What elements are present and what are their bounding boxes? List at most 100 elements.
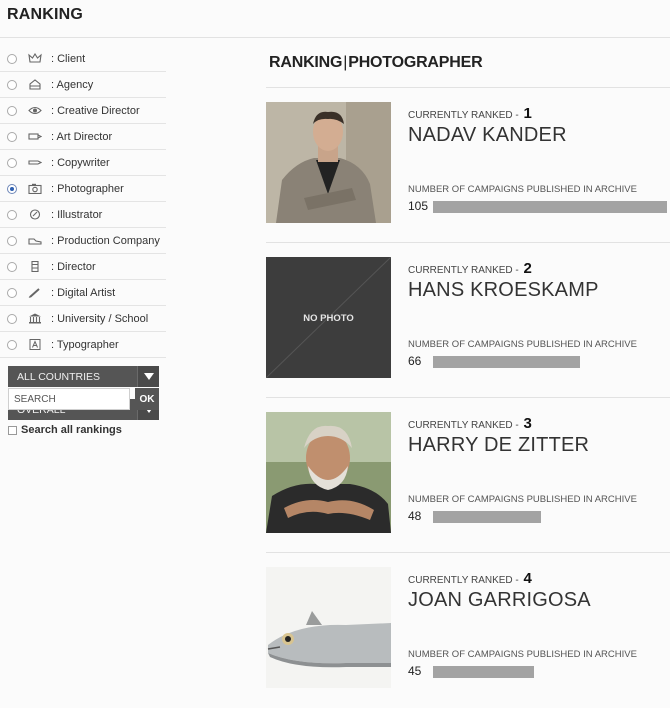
building-icon: [28, 313, 42, 324]
campaign-count: 45: [408, 664, 422, 678]
role-label: : Copywriter: [51, 156, 110, 169]
rank-prefix: CURRENTLY RANKED -: [408, 265, 519, 276]
rank-label: CURRENTLY RANKED - 2: [408, 260, 532, 277]
rank-prefix: CURRENTLY RANKED -: [408, 575, 519, 586]
photographer-name[interactable]: JOAN GARRIGOSA: [408, 589, 591, 612]
radio-button[interactable]: [7, 209, 17, 220]
campaign-bar: [433, 201, 667, 213]
ranking-entry: CURRENTLY RANKED - 4 JOAN GARRIGOSA NUMB…: [266, 553, 670, 708]
photographer-photo[interactable]: [266, 102, 391, 223]
radio-button[interactable]: [7, 313, 17, 324]
ranking-entry: CURRENTLY RANKED - 3 HARRY DE ZITTER NUM…: [266, 398, 670, 553]
film-icon: [28, 261, 42, 272]
rank-number: 4: [523, 570, 532, 587]
sidebar: : Client : Agency : Creative Director : …: [0, 46, 166, 358]
country-dropdown-value: ALL COUNTRIES: [17, 371, 101, 383]
no-photo-label: NO PHOTO: [303, 313, 354, 324]
photographer-photo[interactable]: [266, 412, 391, 533]
house-icon: [28, 79, 42, 90]
rank-number: 3: [523, 415, 532, 432]
rank-prefix: CURRENTLY RANKED -: [408, 420, 519, 431]
title-divider: [0, 37, 670, 38]
radio-button[interactable]: [7, 183, 17, 194]
photographer-photo[interactable]: [266, 567, 391, 688]
rank-label: CURRENTLY RANKED - 3: [408, 415, 532, 432]
search-all-checkbox[interactable]: [8, 425, 17, 435]
ranking-entry: NO PHOTO CURRENTLY RANKED - 2 HANS KROES…: [266, 243, 670, 398]
role-label: : Creative Director: [51, 104, 140, 117]
photographer-name[interactable]: NADAV KANDER: [408, 124, 567, 147]
role-option-director[interactable]: : Director: [0, 254, 166, 280]
rank-number: 1: [523, 105, 532, 122]
search-input[interactable]: [8, 388, 130, 410]
role-option-digital-artist[interactable]: : Digital Artist: [0, 280, 166, 306]
campaigns-label: NUMBER OF CAMPAIGNS PUBLISHED IN ARCHIVE: [408, 339, 637, 350]
section-title-left: RANKING: [269, 54, 343, 71]
role-option-illustrator[interactable]: : Illustrator: [0, 202, 166, 228]
section-title: RANKING|PHOTOGRAPHER: [269, 54, 483, 72]
letter-a-icon: [28, 339, 42, 350]
radio-button[interactable]: [7, 339, 17, 350]
radio-button[interactable]: [7, 261, 17, 272]
radio-button[interactable]: [7, 105, 17, 116]
rank-label: CURRENTLY RANKED - 4: [408, 570, 532, 587]
campaign-bar: [433, 511, 541, 523]
search-all-label: Search all rankings: [21, 424, 122, 436]
ranking-entry: CURRENTLY RANKED - 1 NADAV KANDER NUMBER…: [266, 88, 670, 243]
campaign-bar: [433, 666, 534, 678]
pen-icon: [28, 157, 42, 168]
section-title-right: PHOTOGRAPHER: [348, 54, 483, 71]
role-label: : Photographer: [51, 182, 124, 195]
rank-prefix: CURRENTLY RANKED -: [408, 110, 519, 121]
page-title: RANKING: [7, 6, 84, 23]
campaigns-label: NUMBER OF CAMPAIGNS PUBLISHED IN ARCHIVE: [408, 494, 637, 505]
role-option-photographer[interactable]: : Photographer: [0, 176, 166, 202]
role-option-typographer[interactable]: : Typographer: [0, 332, 166, 358]
rank-label: CURRENTLY RANKED - 1: [408, 105, 532, 122]
campaigns-label: NUMBER OF CAMPAIGNS PUBLISHED IN ARCHIVE: [408, 649, 637, 660]
radio-button[interactable]: [7, 287, 17, 298]
stylus-icon: [28, 287, 42, 298]
role-label: : Director: [51, 260, 96, 273]
role-option-art-director[interactable]: : Art Director: [0, 124, 166, 150]
radio-button[interactable]: [7, 131, 17, 142]
country-dropdown[interactable]: ALL COUNTRIES: [8, 366, 159, 387]
radio-button[interactable]: [7, 79, 17, 90]
eye-icon: [28, 105, 42, 116]
marker-icon: [28, 131, 42, 142]
crown-icon: [28, 53, 42, 64]
radio-button[interactable]: [7, 235, 17, 246]
radio-button[interactable]: [7, 157, 17, 168]
photographer-photo[interactable]: NO PHOTO: [266, 257, 391, 378]
campaign-count: 66: [408, 354, 422, 368]
role-option-agency[interactable]: : Agency: [0, 72, 166, 98]
role-label: : Typographer: [51, 338, 119, 351]
role-label: : Production Company: [51, 234, 160, 247]
role-option-copywriter[interactable]: : Copywriter: [0, 150, 166, 176]
role-option-creative-director[interactable]: : Creative Director: [0, 98, 166, 124]
role-list: : Client : Agency : Creative Director : …: [0, 46, 166, 358]
photographer-name[interactable]: HANS KROESKAMP: [408, 279, 599, 302]
role-label: : Illustrator: [51, 208, 103, 221]
chevron-down-icon[interactable]: [137, 366, 159, 387]
role-option-university-school[interactable]: : University / School: [0, 306, 166, 332]
campaign-bar: [433, 356, 580, 368]
palette-icon: [28, 209, 42, 220]
campaign-count: 48: [408, 509, 422, 523]
role-option-client[interactable]: : Client: [0, 46, 166, 72]
role-label: : Art Director: [51, 130, 113, 143]
role-label: : Client: [51, 52, 86, 65]
search-all-toggle[interactable]: Search all rankings: [8, 424, 122, 436]
shoe-icon: [28, 235, 42, 246]
camera-icon: [28, 183, 42, 194]
rank-number: 2: [523, 260, 532, 277]
role-label: : Agency: [51, 78, 94, 91]
campaign-count: 105: [408, 199, 429, 213]
role-label: : University / School: [51, 312, 149, 325]
campaigns-label: NUMBER OF CAMPAIGNS PUBLISHED IN ARCHIVE: [408, 184, 637, 195]
photographer-name[interactable]: HARRY DE ZITTER: [408, 434, 589, 457]
title-separator: |: [343, 54, 348, 71]
radio-button[interactable]: [7, 53, 17, 64]
role-option-production-company[interactable]: : Production Company: [0, 228, 166, 254]
ok-button[interactable]: OK: [135, 388, 159, 410]
